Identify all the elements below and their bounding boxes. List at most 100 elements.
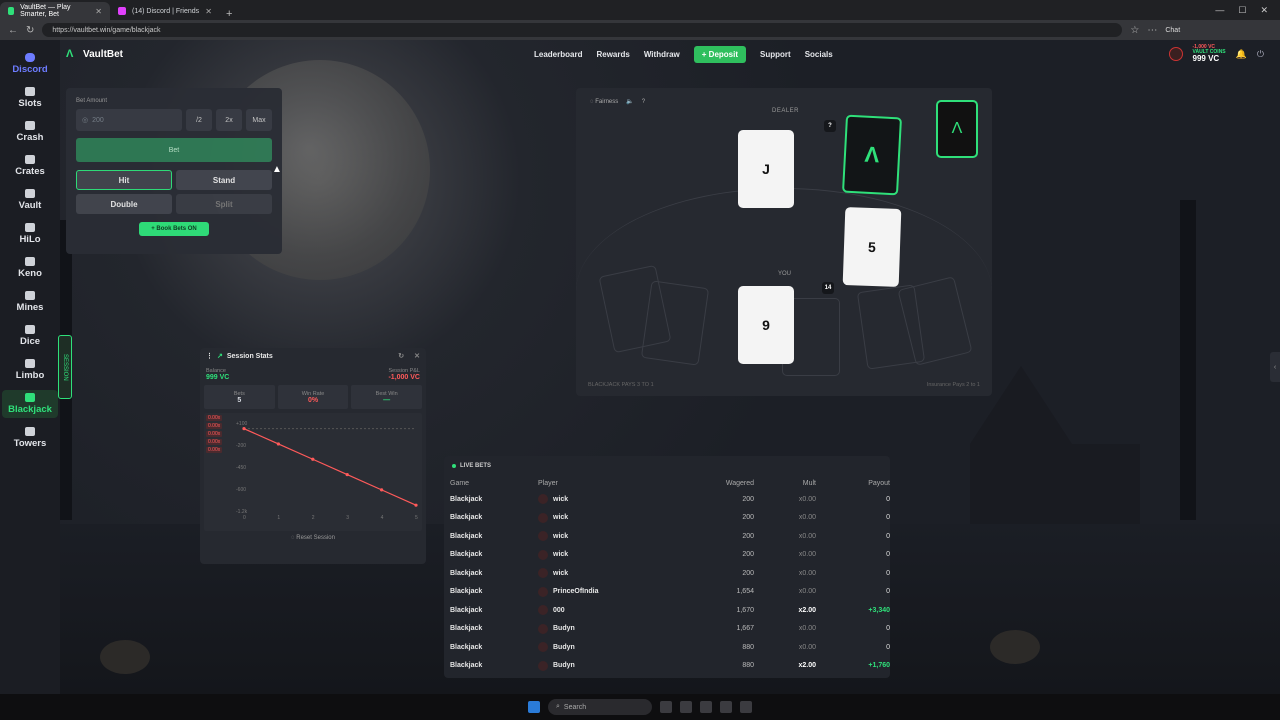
x-tick-label: 2	[312, 515, 315, 521]
player-avatar	[538, 642, 548, 653]
player-cell[interactable]: wick	[538, 512, 680, 523]
spotify-app-icon[interactable]	[720, 701, 732, 713]
new-tab-icon[interactable]: +	[220, 8, 238, 20]
windows-start-icon[interactable]	[528, 701, 540, 713]
sidebar-item-crash[interactable]: Crash	[2, 118, 58, 146]
close-icon[interactable]: ✕	[205, 7, 212, 16]
player-avatar	[538, 568, 548, 579]
right-drawer-handle[interactable]: ‹	[1270, 352, 1280, 382]
hit-button[interactable]: Hit	[76, 170, 172, 190]
tab-discord[interactable]: (14) Discord | Friends ✕	[110, 2, 220, 20]
sound-icon[interactable]: 🔈	[626, 98, 633, 105]
bet-button[interactable]: Bet	[76, 138, 272, 162]
pnl-point	[414, 503, 418, 507]
double-bet-button[interactable]: 2x	[216, 109, 242, 131]
pnl-value: -1,000 VC	[388, 374, 420, 381]
mouse-cursor-icon: ▲	[272, 164, 282, 175]
nav-withdraw[interactable]: Withdraw	[644, 50, 680, 59]
nav-rewards[interactable]: Rewards	[596, 50, 629, 59]
player-avatar	[538, 494, 548, 505]
half-bet-button[interactable]: /2	[186, 109, 212, 131]
player-cell[interactable]: PrinceOfIndia	[538, 586, 680, 597]
table-row: Blackjack Budyn 880 x0.00 0	[444, 638, 890, 657]
max-bet-button[interactable]: Max	[246, 109, 272, 131]
deposit-button[interactable]: + Deposit	[693, 45, 747, 63]
power-icon[interactable]: ⏻	[1257, 49, 1264, 60]
player-cell[interactable]: wick	[538, 494, 680, 505]
fairness-button[interactable]: ◌ Fairness	[590, 99, 618, 105]
sidebar-item-towers[interactable]: Towers	[2, 424, 58, 452]
close-icon[interactable]: ✕	[95, 7, 102, 16]
nav-support[interactable]: Support	[760, 50, 791, 59]
wagered-cell: 1,667	[736, 625, 754, 633]
wagered-cell: 880	[742, 643, 754, 651]
chat-button[interactable]: Chat	[1165, 27, 1180, 34]
help-icon[interactable]: ?	[642, 99, 645, 105]
user-avatar[interactable]	[1168, 47, 1183, 61]
table-row: Blackjack PrinceOfIndia 1,654 x0.00 0	[444, 583, 890, 602]
sidebar-item-slots[interactable]: Slots	[2, 84, 58, 112]
player-cell[interactable]: wick	[538, 531, 680, 542]
sidebar-item-blackjack[interactable]: Blackjack	[2, 390, 58, 418]
mult-cell: x0.00	[798, 588, 816, 596]
payout-cell: 0	[886, 532, 890, 540]
stand-button[interactable]: Stand	[176, 170, 272, 190]
player-cell[interactable]: 000	[538, 605, 680, 616]
back-icon[interactable]: ←	[8, 25, 18, 36]
close-window-icon[interactable]: ✕	[1260, 5, 1268, 16]
minimize-icon[interactable]: —	[1215, 5, 1224, 15]
double-button[interactable]: Double	[76, 194, 172, 214]
sidebar-item-discord[interactable]: Discord	[2, 50, 58, 78]
live-dot-icon	[452, 464, 456, 468]
discord-app-icon[interactable]	[680, 701, 692, 713]
sidebar-item-crates[interactable]: Crates	[2, 152, 58, 180]
sidebar-item-limbo[interactable]: Limbo	[2, 356, 58, 384]
menu-dots-icon[interactable]: ⋯	[1147, 25, 1157, 36]
task-view-icon[interactable]	[660, 701, 672, 713]
tree-decoration	[1180, 200, 1196, 520]
maximize-icon[interactable]: ☐	[1238, 5, 1246, 16]
x-tick-label: 4	[381, 515, 384, 521]
sidebar-item-hilo[interactable]: HiLo	[2, 220, 58, 248]
nav-socials[interactable]: Socials	[805, 50, 833, 59]
player-cell[interactable]: Budyn	[538, 660, 680, 671]
slots-icon	[25, 87, 35, 96]
drag-handle-icon[interactable]: ⋮	[206, 352, 213, 360]
player-cell[interactable]: wick	[538, 549, 680, 560]
game-cell: Blackjack	[450, 551, 483, 559]
bell-icon[interactable]: 🔔	[1236, 49, 1247, 60]
reload-icon[interactable]: ↻	[26, 25, 34, 36]
session-stats-panel: ⋮ ↗ Session Stats ↻ ✕ Balance 999 VC Ses…	[200, 348, 426, 564]
balance-display[interactable]: -1,000 VC VAULT COINS 999 VC	[1193, 45, 1226, 63]
mult-cell: x2.00	[798, 662, 816, 670]
url-field[interactable]: https://vaultbet.win/game/blackjack	[42, 23, 1123, 37]
player-cell[interactable]: Budyn	[538, 642, 680, 653]
wagered-cell: 880	[742, 662, 754, 670]
taskbar-search[interactable]: ⌕ Search	[548, 699, 652, 715]
chrome-app-icon[interactable]	[700, 701, 712, 713]
sidebar-item-dice[interactable]: Dice	[2, 322, 58, 350]
pnl-point	[380, 488, 384, 492]
refresh-icon[interactable]: ↻	[398, 352, 404, 360]
session-drawer-tab[interactable]: SESSION	[58, 335, 72, 399]
sidebar-item-mines[interactable]: Mines	[2, 288, 58, 316]
reset-session-button[interactable]: ◌ Reset Session	[200, 535, 426, 541]
brand-logo[interactable]: Λ VaultBet	[66, 48, 123, 60]
split-button[interactable]: Split	[176, 194, 272, 214]
sidebar-item-vault[interactable]: Vault	[2, 186, 58, 214]
close-icon[interactable]: ✕	[414, 352, 420, 360]
crates-icon	[25, 155, 35, 164]
wagered-cell: 200	[742, 495, 754, 503]
tab-vaultbet[interactable]: VaultBet — Play Smarter, Bet ✕	[0, 2, 110, 20]
bet-amount-input[interactable]: ◎ 200	[76, 109, 182, 131]
book-bets-toggle[interactable]: + Book Bets ON	[139, 222, 209, 236]
star-icon[interactable]: ☆	[1130, 25, 1139, 36]
app-icon[interactable]	[740, 701, 752, 713]
player-cell[interactable]: Budyn	[538, 623, 680, 634]
mult-cell: x2.00	[798, 606, 816, 614]
player-cell[interactable]: wick	[538, 568, 680, 579]
multiplier-tag: 0.00x	[206, 423, 223, 429]
sidebar-item-keno[interactable]: Keno	[2, 254, 58, 282]
game-cell: Blackjack	[450, 532, 483, 540]
nav-leaderboard[interactable]: Leaderboard	[534, 50, 582, 59]
